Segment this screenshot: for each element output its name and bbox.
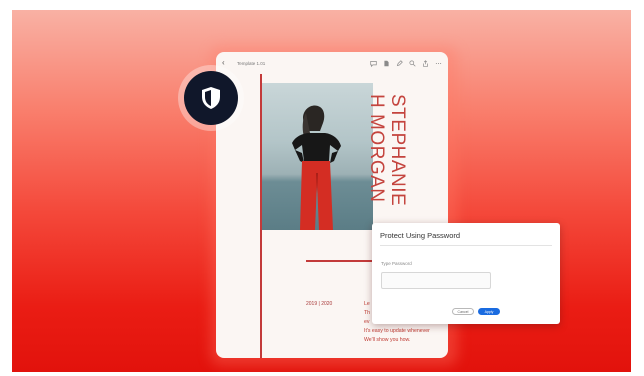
body-line: It's easy to update whenever xyxy=(364,328,430,334)
hero-banner: ‹ Template 1.01 STEPHANIE H MORGAN 2019 … xyxy=(12,10,631,372)
shield-badge xyxy=(184,71,238,125)
last-name: H MORGAN xyxy=(366,94,387,203)
body-line: We'll show you how. xyxy=(364,337,411,343)
share-icon[interactable] xyxy=(422,59,429,67)
password-input[interactable] xyxy=(381,272,491,289)
shield-icon xyxy=(200,86,222,110)
protect-password-dialog: Protect Using Password Type Password Can… xyxy=(372,223,560,324)
years-label: 2019 | 2020 xyxy=(306,301,333,307)
app-toolbar: ‹ Template 1.01 xyxy=(216,52,448,74)
comment-icon[interactable] xyxy=(370,60,377,67)
first-name: STEPHANIE xyxy=(387,94,408,207)
document-title: Template 1.01 xyxy=(237,60,266,66)
chevron-left-icon[interactable]: ‹ xyxy=(222,59,232,67)
cancel-button[interactable]: Cancel xyxy=(452,308,474,315)
name-heading: STEPHANIE H MORGAN xyxy=(366,94,408,226)
file-icon[interactable] xyxy=(383,60,390,67)
dialog-actions: Cancel Apply xyxy=(452,308,500,315)
dialog-title: Protect Using Password xyxy=(380,231,461,240)
toolbar-icons xyxy=(370,52,442,74)
search-icon[interactable] xyxy=(409,59,416,67)
pen-icon[interactable] xyxy=(396,59,403,67)
dialog-divider xyxy=(380,245,552,246)
portrait-photo xyxy=(262,83,373,230)
woman-figure-illustration xyxy=(292,105,341,230)
more-icon[interactable] xyxy=(435,60,442,67)
apply-button[interactable]: Apply xyxy=(478,308,500,315)
password-label: Type Password xyxy=(381,261,412,266)
